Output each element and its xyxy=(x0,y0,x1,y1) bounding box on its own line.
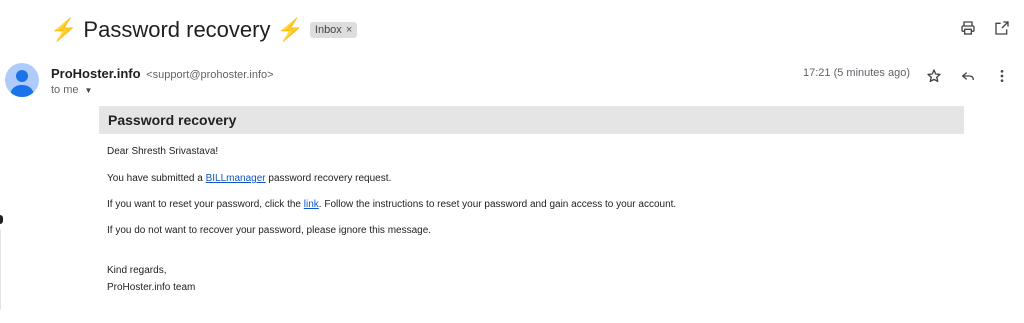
sender-name[interactable]: ProHoster.info xyxy=(51,66,141,81)
star-button[interactable] xyxy=(924,66,944,86)
inbox-label-chip[interactable]: Inbox × xyxy=(309,22,358,38)
body-line-1: You have submitted a BILLmanager passwor… xyxy=(107,173,391,184)
person-icon xyxy=(10,70,34,97)
reset-link[interactable]: link xyxy=(304,199,319,210)
closing-line-2: ProHoster.info team xyxy=(107,282,196,293)
lightning-bolt-icon: ⚡ xyxy=(50,17,78,42)
more-vert-icon xyxy=(1000,70,1004,82)
banner-title: Password recovery xyxy=(108,112,237,128)
greeting: Dear Shresth Srivastava! xyxy=(107,146,219,157)
sender-line: ProHoster.info <support@prohoster.info> xyxy=(51,66,274,81)
body-line-3: If you do not want to recover your passw… xyxy=(107,225,432,236)
message-timestamp: 17:21 (5 minutes ago) xyxy=(802,67,910,79)
star-icon xyxy=(927,69,941,83)
open-in-new-window-icon xyxy=(995,21,1009,35)
sender-email: <support@prohoster.info> xyxy=(146,69,274,81)
line2-after: . Follow the instructions to reset your … xyxy=(318,199,677,210)
recipient-line[interactable]: to me ▼ xyxy=(51,84,92,96)
print-button[interactable] xyxy=(958,18,978,38)
printer-icon xyxy=(961,21,975,35)
edge-divider xyxy=(0,230,1,310)
open-in-new-window-button[interactable] xyxy=(992,18,1012,38)
remove-label-icon[interactable]: × xyxy=(346,24,352,36)
sender-avatar[interactable] xyxy=(5,63,39,97)
reply-button[interactable] xyxy=(958,66,978,86)
edge-marker xyxy=(0,215,3,224)
email-subject: Password recovery xyxy=(83,17,271,42)
line1-after: password recovery request. xyxy=(265,173,392,184)
billmanager-link[interactable]: BILLmanager xyxy=(206,173,266,184)
message-actions xyxy=(924,66,1012,86)
recipient-text: to me xyxy=(51,84,79,96)
email-subject-row: ⚡ Password recovery ⚡ Inbox × xyxy=(50,14,358,46)
body-line-2: If you want to reset your password, clic… xyxy=(107,199,676,210)
line2-before: If you want to reset your password, clic… xyxy=(107,199,304,210)
inbox-label-text: Inbox xyxy=(314,24,342,36)
closing-line-1: Kind regards, xyxy=(107,265,167,276)
line1-before: You have submitted a xyxy=(107,173,206,184)
thread-actions xyxy=(958,18,1012,38)
more-options-button[interactable] xyxy=(992,66,1012,86)
message-banner: Password recovery xyxy=(99,106,964,134)
lightning-bolt-icon: ⚡ xyxy=(276,17,304,42)
reply-icon xyxy=(961,72,974,81)
chevron-down-icon[interactable]: ▼ xyxy=(85,86,93,95)
